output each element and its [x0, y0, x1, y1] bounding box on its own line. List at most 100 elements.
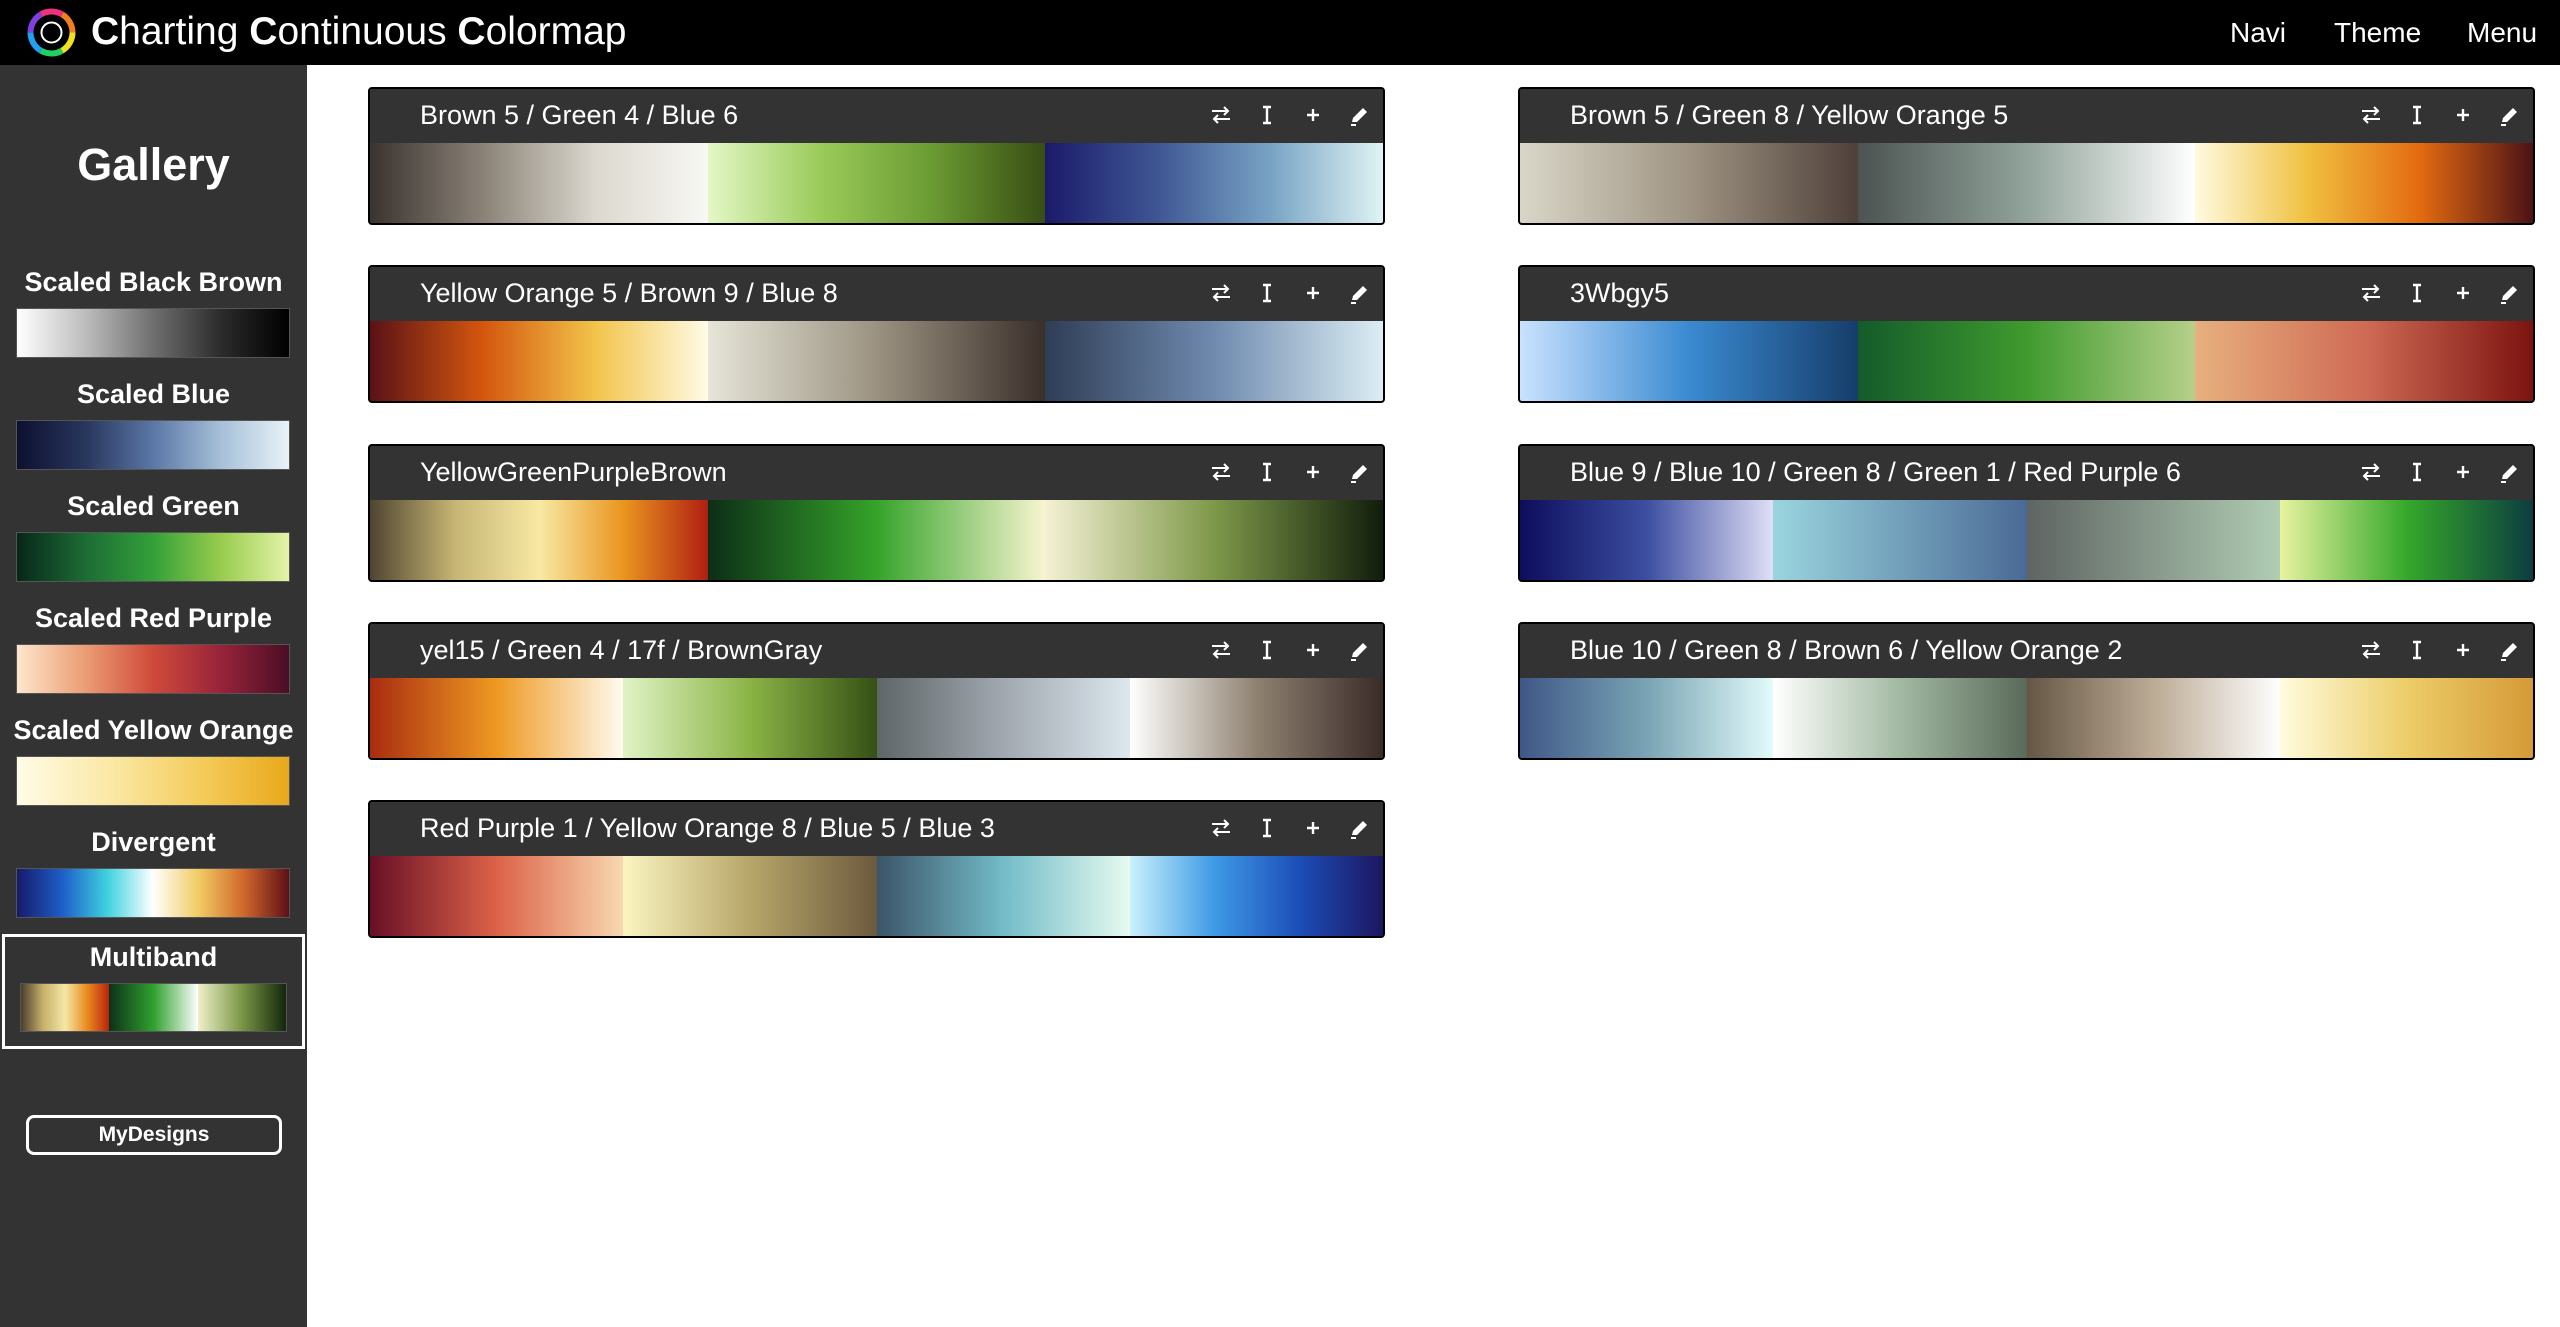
sidebar-item-label: Divergent [91, 827, 216, 857]
add-button[interactable] [2446, 277, 2480, 311]
swap-arrows-icon [1204, 282, 1238, 304]
nav-navi-link[interactable]: Navi [2230, 16, 2286, 50]
plus-icon [2446, 104, 2480, 126]
swap-arrows-icon [1204, 104, 1238, 126]
colormap-bar[interactable] [370, 143, 1383, 223]
colormap-card-brown-5-green-8-yellow-orange-5: Brown 5 / Green 8 / Yellow Orange 5 [1518, 87, 2535, 225]
text-cursor-icon [1250, 104, 1284, 126]
rename-button[interactable] [2400, 277, 2434, 311]
swap-arrows-icon [1204, 817, 1238, 839]
card-header: Yellow Orange 5 / Brown 9 / Blue 8 [370, 267, 1383, 321]
edit-button[interactable] [1342, 634, 1376, 668]
add-button[interactable] [1296, 277, 1330, 311]
colormap-bar[interactable] [1520, 678, 2533, 758]
colormap-band [1129, 856, 1383, 936]
mydesigns-button[interactable]: MyDesigns [26, 1115, 282, 1155]
colormap-band [876, 678, 1130, 758]
rename-button[interactable] [1250, 812, 1284, 846]
sidebar-item-multiband[interactable]: Multiband [2, 934, 305, 1049]
nav-menu-link[interactable]: Menu [2467, 16, 2537, 50]
colormap-card-3wbgy5: 3Wbgy5 [1518, 265, 2535, 403]
card-header: Red Purple 1 / Yellow Orange 8 / Blue 5 … [370, 802, 1383, 856]
colormap-band [370, 856, 624, 936]
reverse-button[interactable] [1204, 812, 1238, 846]
rename-button[interactable] [1250, 277, 1284, 311]
sidebar-item-scaled-yellow-orange[interactable]: Scaled Yellow Orange [0, 713, 307, 825]
add-button[interactable] [1296, 812, 1330, 846]
colormap-band [1773, 678, 2027, 758]
add-button[interactable] [1296, 99, 1330, 133]
colormap-bar[interactable] [370, 856, 1383, 936]
edit-button[interactable] [1342, 812, 1376, 846]
colormap-bar[interactable] [1520, 321, 2533, 401]
edit-button[interactable] [2492, 99, 2526, 133]
colormap-band [197, 984, 286, 1031]
colormap-bar[interactable] [1520, 143, 2533, 223]
reverse-button[interactable] [2354, 456, 2388, 490]
card-title: Brown 5 / Green 4 / Blue 6 [420, 100, 739, 130]
text-cursor-icon [1250, 639, 1284, 661]
rainbow-ring-logo-icon[interactable] [24, 5, 79, 60]
reverse-button[interactable] [2354, 99, 2388, 133]
sidebar-item-label: Scaled Red Purple [34, 603, 273, 633]
sidebar-item-divergent[interactable]: Divergent [0, 825, 307, 937]
card-header: YellowGreenPurpleBrown [370, 446, 1383, 500]
card-actions [2333, 267, 2533, 321]
reverse-button[interactable] [1204, 634, 1238, 668]
edit-button[interactable] [2492, 277, 2526, 311]
colormap-bar[interactable] [370, 321, 1383, 401]
add-button[interactable] [2446, 456, 2480, 490]
gallery-title: Gallery [77, 139, 230, 190]
text-cursor-icon [2400, 104, 2434, 126]
reverse-button[interactable] [1204, 277, 1238, 311]
reverse-button[interactable] [1204, 99, 1238, 133]
rename-button[interactable] [1250, 99, 1284, 133]
reverse-button[interactable] [1204, 456, 1238, 490]
rename-button[interactable] [2400, 99, 2434, 133]
colormap-swatch [16, 644, 290, 694]
edit-button[interactable] [2492, 456, 2526, 490]
swap-arrows-icon [2354, 104, 2388, 126]
sidebar-item-label: Scaled Green [67, 491, 240, 521]
colormap-band [1045, 143, 1383, 223]
reverse-button[interactable] [2354, 634, 2388, 668]
rename-button[interactable] [2400, 634, 2434, 668]
colormap-band [623, 678, 877, 758]
plus-icon [1296, 817, 1330, 839]
edit-button[interactable] [2492, 634, 2526, 668]
swap-arrows-icon [1204, 639, 1238, 661]
edit-button[interactable] [1342, 99, 1376, 133]
sidebar-item-scaled-black-brown[interactable]: Scaled Black Brown [0, 265, 307, 377]
add-button[interactable] [2446, 99, 2480, 133]
colormap-swatch [16, 308, 290, 358]
sidebar-item-scaled-red-purple[interactable]: Scaled Red Purple [0, 601, 307, 713]
edit-button[interactable] [1342, 277, 1376, 311]
add-button[interactable] [1296, 634, 1330, 668]
sidebar-item-label: Scaled Black Brown [24, 267, 283, 297]
rename-button[interactable] [1250, 634, 1284, 668]
sidebar-item-scaled-blue[interactable]: Scaled Blue [0, 377, 307, 489]
colormap-swatch [20, 983, 287, 1032]
rename-button[interactable] [2400, 456, 2434, 490]
edit-button[interactable] [1342, 456, 1376, 490]
colormap-bar[interactable] [370, 678, 1383, 758]
nav-theme-link[interactable]: Theme [2334, 16, 2421, 50]
colormap-bar[interactable] [370, 500, 1383, 580]
sidebar-item-scaled-green[interactable]: Scaled Green [0, 489, 307, 601]
colormap-band [876, 856, 1130, 936]
card-header: Brown 5 / Green 8 / Yellow Orange 5 [1520, 89, 2533, 143]
swap-arrows-icon [2354, 639, 2388, 661]
card-actions [1183, 802, 1383, 856]
rename-button[interactable] [1250, 456, 1284, 490]
pencil-icon [1342, 461, 1376, 485]
colormap-bar[interactable] [1520, 500, 2533, 580]
pencil-icon [1342, 639, 1376, 663]
colormap-card-red-purple-1-yellow-orange-8-blue-5-blue-3: Red Purple 1 / Yellow Orange 8 / Blue 5 … [368, 800, 1385, 938]
add-button[interactable] [2446, 634, 2480, 668]
add-button[interactable] [1296, 456, 1330, 490]
colormap-card-yellowgreenpurplebrown: YellowGreenPurpleBrown [368, 444, 1385, 582]
card-title: yel15 / Green 4 / 17f / BrownGray [420, 635, 823, 665]
pencil-icon [2492, 104, 2526, 128]
reverse-button[interactable] [2354, 277, 2388, 311]
colormap-band [2195, 321, 2533, 401]
